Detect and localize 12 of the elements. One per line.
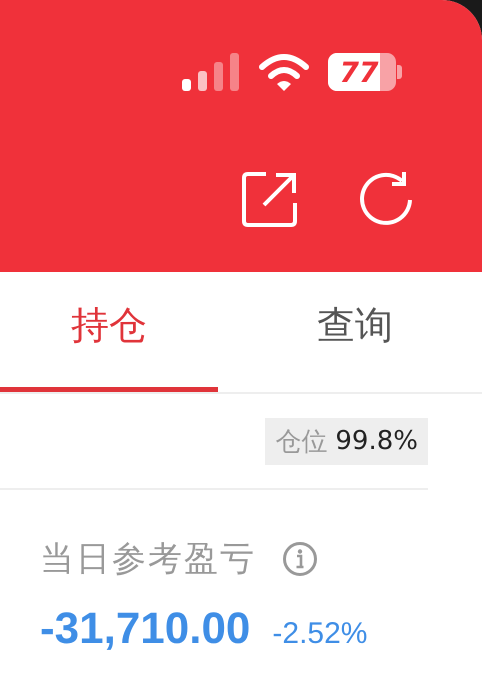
info-icon[interactable] — [282, 541, 318, 577]
share-icon[interactable] — [242, 171, 298, 227]
pnl-percent: -2.52% — [272, 617, 368, 651]
signal-icon — [182, 53, 240, 91]
position-value: 99.8% — [335, 426, 418, 456]
battery-level: 77 — [338, 54, 380, 90]
pnl-label: 当日参考盈亏 — [40, 538, 256, 581]
position-label: 仓位 — [275, 426, 328, 458]
tab[interactable]: 持仓 — [0, 272, 218, 392]
tab[interactable]: 查询 — [246, 272, 464, 392]
pnl-amount: -31,710.00 — [40, 604, 250, 654]
wifi-icon — [258, 53, 310, 91]
